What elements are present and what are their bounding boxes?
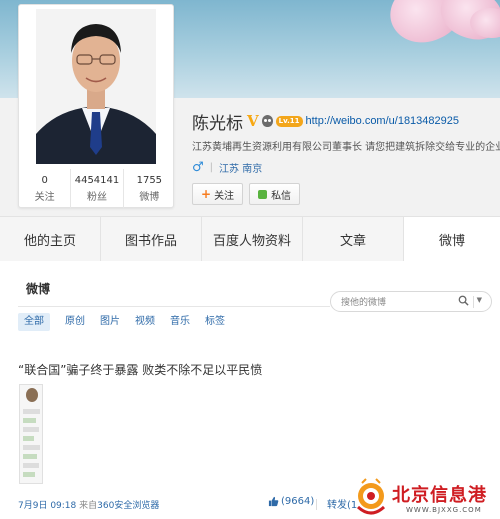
search-input[interactable]: 搜他的微博 (341, 295, 386, 308)
profile-stats: 0 关注 4454141 粉丝 1755 微博 (19, 169, 175, 209)
stat-label: 粉丝 (86, 192, 107, 203)
site-watermark: 北京信息港 WWW.BJXXG.COM (348, 476, 500, 519)
message-button[interactable]: 私信 (249, 183, 301, 205)
post-image-thumbnail[interactable] (19, 384, 43, 484)
filter-videos[interactable]: 视频 (135, 313, 155, 331)
feed-filters: 全部 原创 图片 视频 音乐 标签 (18, 313, 240, 331)
stat-label: 关注 (34, 192, 55, 203)
filter-tags[interactable]: 标签 (205, 313, 225, 331)
avatar[interactable] (36, 9, 156, 164)
plus-icon: + (201, 187, 212, 201)
filter-all[interactable]: 全部 (18, 313, 50, 331)
stat-posts[interactable]: 1755 微博 (122, 169, 175, 209)
tab-books[interactable]: 图书作品 (101, 217, 202, 261)
watermark-logo-icon (356, 478, 386, 515)
stat-following[interactable]: 0 关注 (19, 169, 70, 209)
location-link[interactable]: 江苏 南京 (219, 160, 262, 175)
stat-followers[interactable]: 4454141 粉丝 (70, 169, 122, 209)
divider (18, 306, 330, 307)
follow-button[interactable]: + 关注 (192, 183, 244, 205)
tab-baidu-profile[interactable]: 百度人物资料 (202, 217, 303, 261)
divider (316, 499, 317, 510)
thumb-up-icon (268, 496, 279, 507)
post-source-link[interactable]: 360安全浏览器 (97, 501, 159, 511)
tab-home[interactable]: 他的主页 (0, 217, 101, 261)
watermark-url: WWW.BJXXG.COM (406, 506, 482, 514)
like-count: (9664) (281, 496, 315, 507)
profile-location-row: ♂ | 江苏 南京 (192, 160, 262, 175)
filter-original[interactable]: 原创 (65, 313, 85, 331)
profile-name-row: 陈光标 V Lv.11 http://weibo.com/u/181348292… (192, 109, 460, 134)
post-time-link[interactable]: 7月9日 09:18 (18, 501, 76, 511)
post-text: “联合国”骗子终于暴露 败类不除不足以平民愤 (18, 363, 263, 377)
like-button[interactable]: (9664) (268, 496, 314, 507)
tab-weibo[interactable]: 微博 (404, 217, 500, 261)
message-label: 私信 (271, 190, 292, 202)
alien-icon[interactable] (261, 115, 273, 127)
divider (473, 296, 474, 308)
message-icon (258, 189, 268, 199)
profile-bio: 江苏黄埔再生资源利用有限公司董事长 请您把建筑拆除交给专业的企业 (192, 142, 500, 153)
avatar-card: 0 关注 4454141 粉丝 1755 微博 (18, 4, 175, 209)
stat-label: 微博 (139, 192, 160, 203)
filter-images[interactable]: 图片 (100, 313, 120, 331)
profile-tabs: 他的主页 图书作品 百度人物资料 文章 微博 (0, 216, 500, 261)
stat-value: 1755 (136, 175, 163, 186)
filter-music[interactable]: 音乐 (170, 313, 190, 331)
post-meta: 7月9日 09:18 来自360安全浏览器 (18, 498, 159, 511)
search-icon[interactable] (458, 295, 469, 306)
follow-label: 关注 (214, 190, 235, 202)
profile-name: 陈光标 (192, 113, 243, 134)
weibo-search-box[interactable]: 搜他的微博 ▼ (330, 291, 492, 312)
profile-actions: + 关注 私信 (192, 183, 301, 205)
tab-articles[interactable]: 文章 (303, 217, 404, 261)
chevron-down-icon[interactable]: ▼ (477, 296, 482, 304)
watermark-name: 北京信息港 (392, 485, 487, 506)
divider: | (209, 162, 214, 173)
stat-value: 4454141 (74, 175, 120, 186)
profile-url-link[interactable]: http://weibo.com/u/1813482925 (306, 115, 460, 127)
source-prefix: 来自 (79, 501, 98, 511)
verified-badge-icon[interactable]: V (247, 112, 259, 130)
feed-title: 微博 (26, 282, 51, 296)
male-gender-icon: ♂ (192, 160, 204, 175)
stat-value: 0 (41, 175, 48, 186)
level-badge[interactable]: Lv.11 (275, 115, 303, 127)
